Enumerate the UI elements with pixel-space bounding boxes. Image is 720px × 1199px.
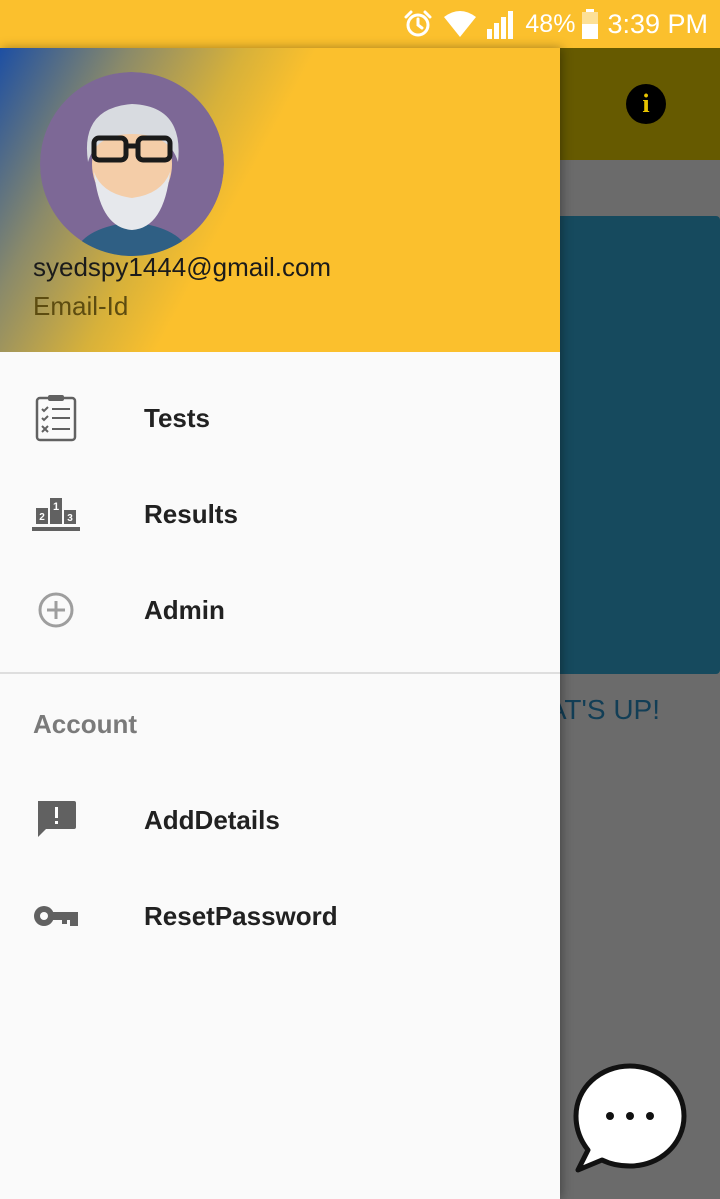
alarm-icon [403, 9, 433, 39]
navigation-drawer: syedspy1444@gmail.com Email-Id Tests 1 2… [0, 48, 560, 1199]
menu-item-label: Results [144, 499, 238, 529]
menu-item-label: AddDetails [144, 805, 280, 835]
podium-icon: 1 2 3 [28, 490, 84, 538]
menu-item-label: Admin [144, 595, 225, 625]
battery-percentage: 48% [525, 9, 576, 38]
menu-item-label: Tests [144, 403, 210, 433]
status-icons: 48% 3:39 PM [393, 6, 708, 42]
signal-icon [487, 9, 515, 39]
menu-item-label: ResetPassword [144, 901, 338, 931]
wifi-icon [443, 9, 477, 39]
svg-text:2: 2 [39, 512, 45, 523]
menu-item-admin[interactable]: Admin [0, 562, 560, 658]
menu-item-tests[interactable]: Tests [0, 370, 560, 466]
avatar[interactable] [40, 72, 224, 256]
menu-item-reset-password[interactable]: ResetPassword [0, 868, 560, 964]
user-email-label: Email-Id [33, 291, 129, 321]
user-email: syedspy1444@gmail.com [33, 252, 332, 282]
status-bar: 48% 3:39 PM [0, 0, 720, 48]
drawer-header: syedspy1444@gmail.com Email-Id [0, 48, 560, 352]
feedback-icon [28, 796, 84, 844]
add-circle-icon [28, 586, 84, 634]
battery-icon [581, 9, 599, 39]
menu-item-add-details[interactable]: AddDetails [0, 772, 560, 868]
clock: 3:39 PM [607, 8, 708, 39]
menu-item-results[interactable]: 1 2 3 Results [0, 466, 560, 562]
chat-bubble-icon[interactable] [570, 1060, 690, 1180]
info-icon[interactable]: i [626, 84, 666, 124]
divider [0, 672, 560, 674]
svg-text:1: 1 [53, 501, 59, 513]
svg-text:3: 3 [67, 513, 73, 524]
checklist-icon [28, 394, 84, 442]
account-section-title: Account [33, 709, 137, 739]
key-icon [28, 892, 84, 940]
